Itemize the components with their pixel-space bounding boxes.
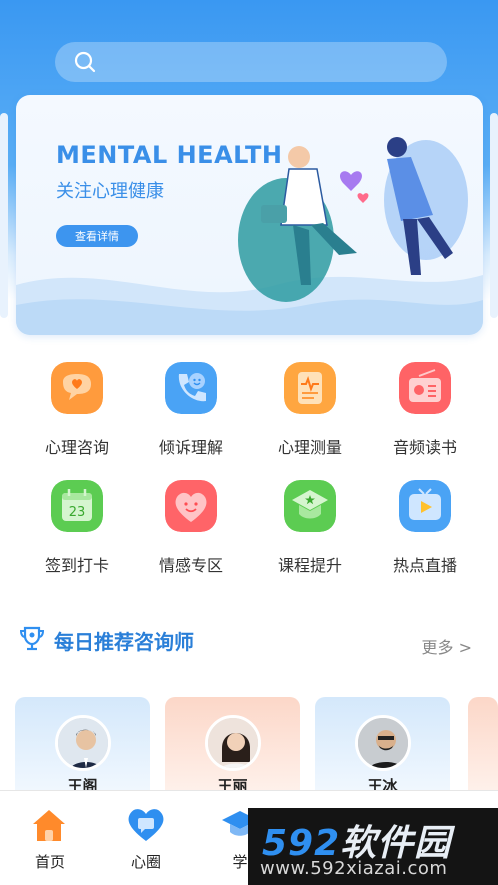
grid-label: 音频读书 [392, 438, 457, 457]
section-title: 每日推荐咨询师 [54, 630, 194, 654]
banner[interactable]: MENTAL HEALTH 关注心理健康 查看详情 [16, 95, 483, 335]
svg-text:23: 23 [69, 505, 86, 520]
grid-label: 倾诉理解 [158, 438, 223, 457]
doctor-patient-illustration [238, 137, 468, 302]
grid-item-counseling[interactable]: 心理咨询 [18, 362, 136, 462]
grid-label: 课程提升 [277, 556, 342, 575]
grid-item-emotion[interactable]: 情感专区 [132, 480, 250, 580]
search-input[interactable] [105, 54, 425, 70]
graduation-cap-icon [284, 480, 336, 532]
home-icon [33, 810, 65, 841]
avatar [355, 715, 411, 771]
radio-icon [399, 362, 451, 414]
tab-label: 首页 [34, 853, 65, 871]
grid-label: 心理咨询 [44, 438, 109, 457]
more-link[interactable]: 更多 > [422, 634, 473, 658]
heart-chat-icon [128, 809, 164, 841]
grid-item-live[interactable]: 热点直播 [366, 480, 484, 580]
tab-label: 心圈 [130, 853, 161, 871]
search-icon [74, 51, 96, 73]
clipboard-pulse-icon [284, 362, 336, 414]
avatar [55, 715, 111, 771]
view-details-button[interactable]: 查看详情 [56, 225, 138, 247]
site-watermark: 592软件园 www.592xiazai.com [248, 808, 498, 885]
recommended-section-header: 每日推荐咨询师 更多 > [18, 622, 480, 658]
grid-item-assessment[interactable]: 心理测量 [251, 362, 369, 462]
grid-label: 签到打卡 [44, 556, 109, 575]
watermark-url: www.592xiazai.com [260, 858, 448, 879]
banner-carousel[interactable]: MENTAL HEALTH 关注心理健康 查看详情 [0, 95, 498, 340]
search-bar[interactable] [55, 42, 447, 82]
grid-item-confide[interactable]: 倾诉理解 [132, 362, 250, 462]
tab-home[interactable]: 首页 [0, 791, 100, 885]
grid-label: 心理测量 [277, 438, 342, 457]
chat-bubble-heart-icon [51, 362, 103, 414]
banner-prev-peek [0, 113, 8, 318]
grid-label: 情感专区 [158, 556, 223, 575]
tv-play-icon [399, 480, 451, 532]
heart-smile-icon [165, 480, 217, 532]
grid-item-checkin[interactable]: 23 签到打卡 [18, 480, 136, 580]
tab-circle[interactable]: 心圈 [96, 791, 196, 885]
avatar [205, 715, 261, 771]
grid-item-audiobooks[interactable]: 音频读书 [366, 362, 484, 462]
grid-item-courses[interactable]: 课程提升 [251, 480, 369, 580]
banner-next-peek [490, 113, 498, 318]
banner-subtitle: 关注心理健康 [56, 181, 164, 202]
grid-label: 热点直播 [392, 556, 457, 575]
trophy-icon [19, 626, 45, 651]
calendar-23-icon: 23 [51, 480, 103, 532]
phone-smile-icon [165, 362, 217, 414]
counselor-cards: 王阁 王丽 王冰 [0, 697, 498, 807]
